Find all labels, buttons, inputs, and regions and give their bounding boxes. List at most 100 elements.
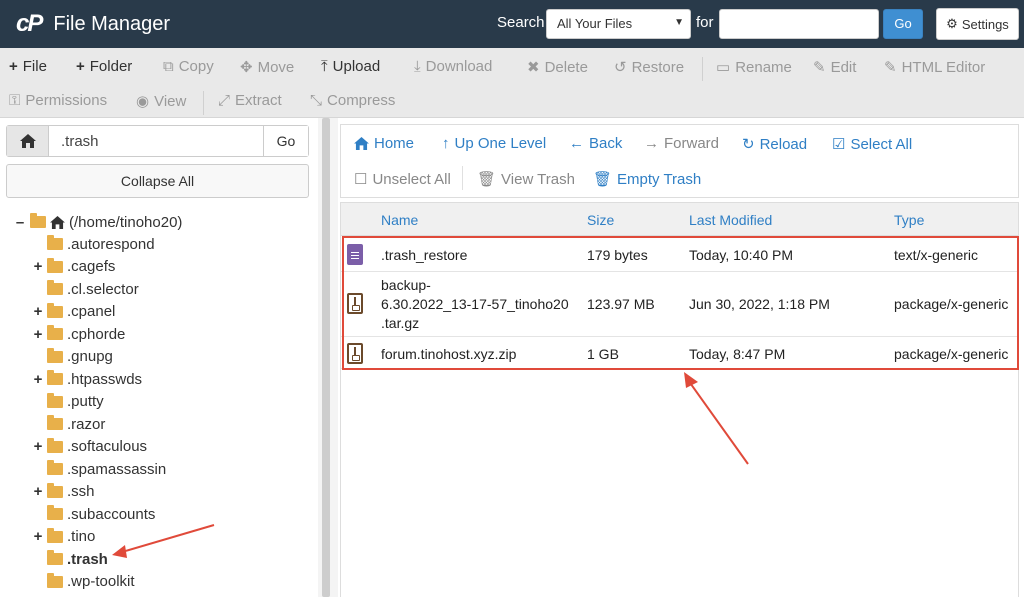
- rename-label: Rename: [735, 58, 792, 76]
- tree-folder-label: .subaccounts: [67, 505, 156, 523]
- expand-toggle-icon[interactable]: +: [32, 258, 44, 275]
- tree-folder-label: .putty: [67, 393, 104, 410]
- navigation-bar: Home ↑ Up One Level ← Back → Forward ↻ R…: [340, 124, 1019, 198]
- tree-folder-item[interactable]: .cl.selector: [32, 278, 139, 300]
- path-go-button[interactable]: Go: [263, 126, 308, 156]
- compress-icon: ⤡: [310, 92, 323, 109]
- tree-folder-item[interactable]: .razor: [32, 413, 105, 435]
- arrow-right-icon: →: [644, 135, 659, 152]
- tree-folder-item[interactable]: + .tino: [32, 526, 95, 548]
- extract-button[interactable]: ⤢ Extract: [218, 92, 282, 109]
- for-label: for: [696, 14, 714, 31]
- view-trash-button[interactable]: 🗑 View Trash: [477, 170, 575, 189]
- unselect-all-button[interactable]: ☐ Unselect All: [354, 170, 451, 189]
- expand-toggle-icon[interactable]: +: [32, 303, 44, 320]
- chevron-down-icon: ▼: [674, 17, 684, 28]
- select-all-button[interactable]: ☑ Select All: [832, 135, 913, 154]
- reload-button[interactable]: ↻ Reload: [742, 135, 808, 154]
- back-button[interactable]: ← Back: [569, 135, 622, 152]
- splitter-handle[interactable]: [322, 118, 330, 597]
- folder-icon: [47, 325, 63, 340]
- restore-button[interactable]: ↺ Restore: [614, 58, 684, 77]
- empty-trash-label: Empty Trash: [617, 170, 702, 188]
- rename-button[interactable]: ▭ Rename: [716, 58, 792, 77]
- view-button[interactable]: ◉ View: [136, 92, 187, 111]
- folder-icon: [47, 370, 63, 385]
- upload-button[interactable]: ⤒ Upload: [321, 58, 380, 75]
- tree-folder-item[interactable]: .gnupg: [32, 346, 113, 368]
- home-nav-button[interactable]: Home: [354, 135, 414, 152]
- permissions-button[interactable]: ⚿ Permissions: [9, 92, 107, 109]
- empty-trash-button[interactable]: 🗑 Empty Trash: [593, 170, 702, 189]
- column-header-last-modified[interactable]: Last Modified: [689, 212, 772, 228]
- expand-toggle-icon[interactable]: +: [32, 528, 44, 545]
- tree-folder-item[interactable]: + .cpanel: [32, 301, 115, 323]
- search-scope-select[interactable]: All Your Files ▼: [546, 9, 691, 39]
- up-one-level-button[interactable]: ↑ Up One Level: [442, 135, 546, 152]
- folder-icon: [47, 437, 63, 453]
- tree-folder-item[interactable]: .wp-toolkit: [32, 571, 135, 593]
- key-icon: ⚿: [9, 92, 21, 109]
- top-header: cP File Manager Search All Your Files ▼ …: [0, 0, 1024, 48]
- path-input[interactable]: .trash: [49, 126, 263, 156]
- plus-icon: +: [9, 58, 18, 75]
- tree-folder-item[interactable]: + .softaculous: [32, 436, 147, 458]
- collapse-toggle-icon[interactable]: –: [14, 214, 26, 231]
- expand-toggle-icon[interactable]: +: [32, 483, 44, 500]
- tree-folder-label: .cphorde: [67, 325, 126, 343]
- tree-folder-label: .htpasswds: [67, 370, 143, 388]
- tree-root[interactable]: – (/home/tinoho20): [14, 211, 182, 233]
- column-header-type[interactable]: Type: [894, 212, 924, 228]
- compress-label: Compress: [327, 92, 396, 109]
- move-button[interactable]: ✥ Move: [240, 58, 294, 77]
- compress-button[interactable]: ⤡ Compress: [310, 92, 395, 109]
- new-file-label: File: [22, 58, 47, 75]
- new-folder-label: Folder: [89, 58, 133, 75]
- home-icon: [354, 137, 369, 150]
- tree-folder-item[interactable]: .autorespond: [32, 233, 155, 255]
- edit-button[interactable]: ✎ Edit: [813, 58, 856, 77]
- tree-folder-item[interactable]: .trash: [32, 548, 108, 570]
- home-path-button[interactable]: [7, 126, 49, 156]
- tree-folder-item[interactable]: .spamassassin: [32, 458, 166, 480]
- column-header-size[interactable]: Size: [587, 212, 614, 228]
- table-header: Name Size Last Modified Type: [341, 203, 1018, 236]
- delete-button[interactable]: ✖ Delete: [527, 58, 588, 77]
- expand-toggle-icon[interactable]: +: [32, 326, 44, 343]
- folder-icon: [47, 550, 63, 565]
- folder-icon: [47, 280, 63, 295]
- tree-folder-item[interactable]: + .ssh: [32, 481, 95, 503]
- search-go-button[interactable]: Go: [883, 9, 923, 39]
- forward-button[interactable]: → Forward: [644, 135, 719, 152]
- move-icon: ✥: [240, 59, 253, 76]
- reload-label: Reload: [759, 135, 808, 153]
- collapse-all-button[interactable]: Collapse All: [6, 164, 309, 198]
- settings-button[interactable]: ⚙ Settings: [936, 8, 1019, 40]
- tree-folder-item[interactable]: + .cagefs: [32, 256, 115, 278]
- gear-icon: ⚙: [946, 16, 958, 31]
- search-input[interactable]: [719, 9, 879, 39]
- column-header-name[interactable]: Name: [381, 212, 418, 228]
- copy-icon: ⧉: [163, 58, 174, 75]
- expand-toggle-icon[interactable]: +: [32, 371, 44, 388]
- html-editor-button[interactable]: ✎ HTML Editor: [884, 58, 985, 77]
- forward-label: Forward: [664, 135, 720, 152]
- copy-button[interactable]: ⧉ Copy: [163, 58, 214, 75]
- pane-splitter[interactable]: [318, 118, 338, 597]
- new-folder-button[interactable]: + Folder: [76, 58, 132, 75]
- expand-toggle-icon[interactable]: +: [32, 438, 44, 455]
- tree-folder-item[interactable]: .putty: [32, 391, 104, 413]
- new-file-button[interactable]: + File: [9, 58, 47, 75]
- select-all-label: Select All: [850, 135, 913, 153]
- view-label: View: [154, 92, 187, 110]
- tree-folder-item[interactable]: + .cphorde: [32, 323, 125, 345]
- pencil-icon: ✎: [813, 59, 826, 76]
- tree-folder-item[interactable]: + .htpasswds: [32, 368, 142, 390]
- permissions-label: Permissions: [25, 92, 108, 109]
- tree-folder-item[interactable]: .subaccounts: [32, 503, 155, 525]
- tree-folder-label: .gnupg: [67, 348, 113, 365]
- tree-folder-label: .softaculous: [67, 438, 148, 455]
- directory-sidebar: .trash Go Collapse All – (/home/tinoho20…: [0, 118, 318, 597]
- arrow-left-icon: ←: [569, 135, 584, 152]
- download-button[interactable]: ⤓ Download: [414, 58, 492, 75]
